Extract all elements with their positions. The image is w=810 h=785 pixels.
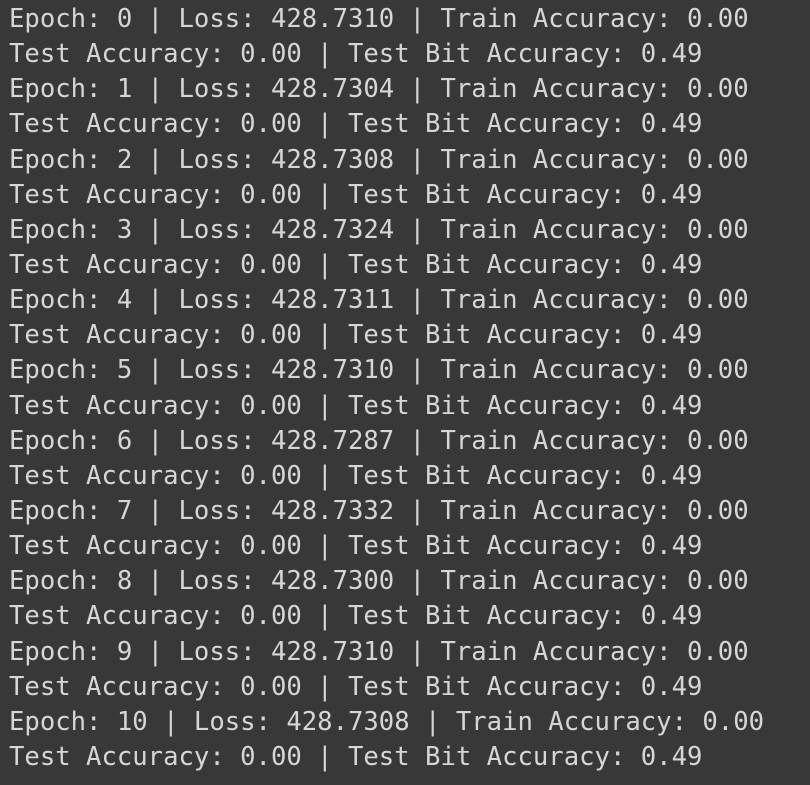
output-line: Epoch: 2 | Loss: 428.7308 | Train Accura… bbox=[9, 144, 749, 175]
output-line: Epoch: 5 | Loss: 428.7310 | Train Accura… bbox=[9, 355, 749, 386]
output-line: Epoch: 1 | Loss: 428.7304 | Train Accura… bbox=[9, 74, 749, 105]
output-line: Test Accuracy: 0.00 | Test Bit Accuracy:… bbox=[9, 249, 703, 280]
console-output: Epoch: 0 | Loss: 428.7310 | Train Accura… bbox=[0, 0, 810, 785]
output-line: Epoch: 4 | Loss: 428.7311 | Train Accura… bbox=[9, 285, 749, 316]
output-line: Test Accuracy: 0.00 | Test Bit Accuracy:… bbox=[9, 671, 703, 702]
output-line: Epoch: 0 | Loss: 428.7310 | Train Accura… bbox=[9, 4, 749, 34]
output-line: Epoch: 9 | Loss: 428.7310 | Train Accura… bbox=[9, 636, 749, 667]
output-line: Test Accuracy: 0.00 | Test Bit Accuracy:… bbox=[9, 601, 703, 632]
output-line: Test Accuracy: 0.00 | Test Bit Accuracy:… bbox=[9, 390, 703, 421]
output-line: Epoch: 8 | Loss: 428.7300 | Train Accura… bbox=[9, 566, 749, 597]
output-line: Test Accuracy: 0.00 | Test Bit Accuracy:… bbox=[9, 179, 703, 210]
output-line: Test Accuracy: 0.00 | Test Bit Accuracy:… bbox=[9, 109, 703, 140]
output-line: Test Accuracy: 0.00 | Test Bit Accuracy:… bbox=[9, 741, 703, 772]
output-line: Test Accuracy: 0.00 | Test Bit Accuracy:… bbox=[9, 39, 703, 70]
output-line: Test Accuracy: 0.00 | Test Bit Accuracy:… bbox=[9, 460, 703, 491]
output-line: Epoch: 10 | Loss: 428.7308 | Train Accur… bbox=[9, 706, 765, 737]
output-line: Test Accuracy: 0.00 | Test Bit Accuracy:… bbox=[9, 531, 703, 562]
output-line: Epoch: 3 | Loss: 428.7324 | Train Accura… bbox=[9, 214, 749, 245]
output-line: Test Accuracy: 0.00 | Test Bit Accuracy:… bbox=[9, 320, 703, 351]
output-line: Epoch: 6 | Loss: 428.7287 | Train Accura… bbox=[9, 425, 749, 456]
output-line: Epoch: 7 | Loss: 428.7332 | Train Accura… bbox=[9, 495, 749, 526]
